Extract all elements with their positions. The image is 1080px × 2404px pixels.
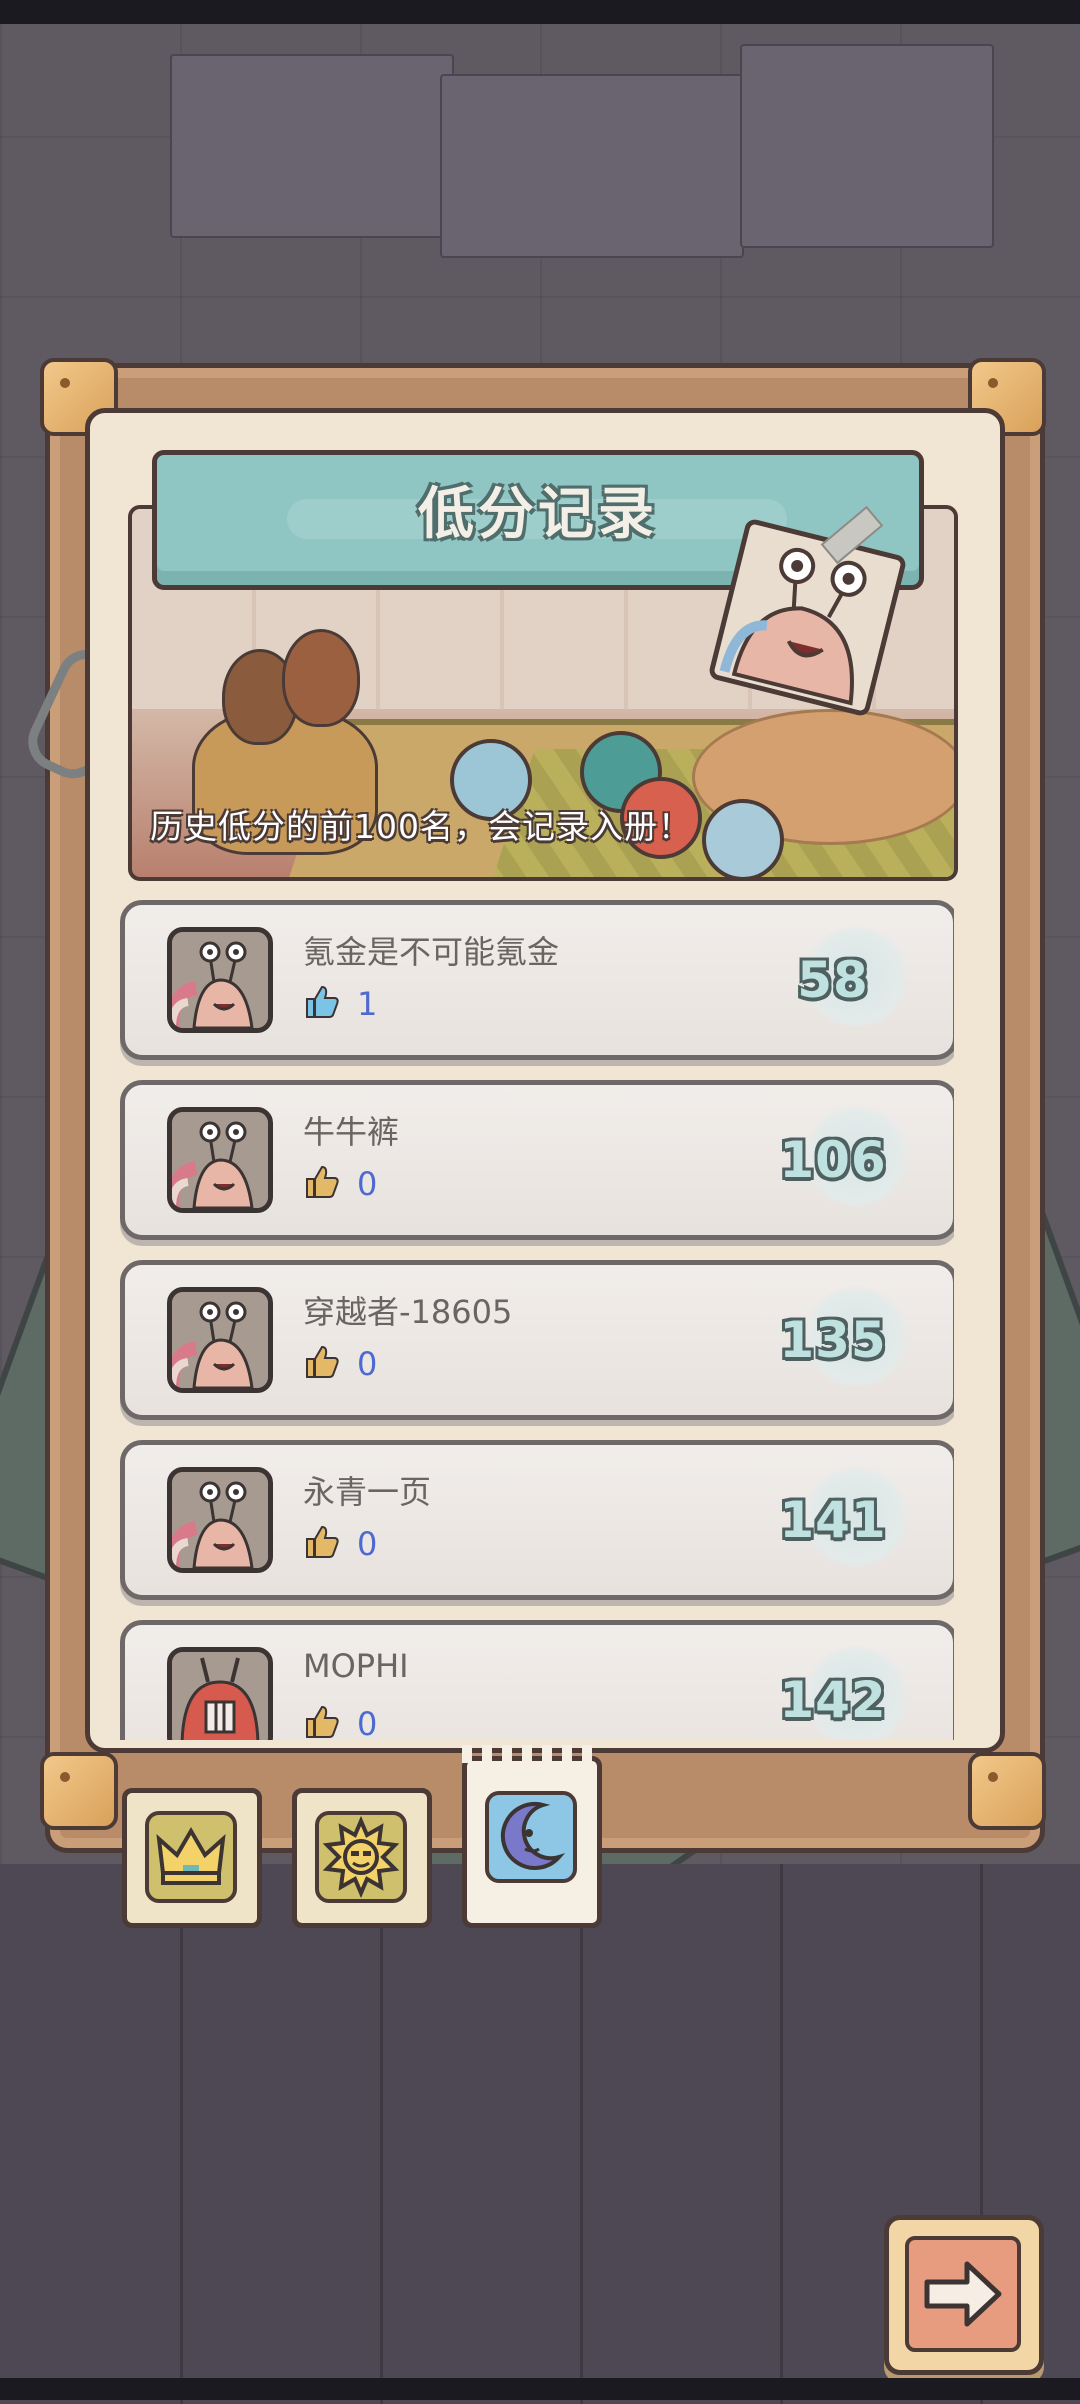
tab-moon[interactable] xyxy=(462,1745,602,1928)
tab-moon-background xyxy=(485,1791,577,1883)
player-avatar[interactable] xyxy=(167,1647,273,1740)
score-value: 142 xyxy=(779,1671,887,1729)
like-count: 0 xyxy=(357,1705,378,1740)
score-value: 106 xyxy=(779,1131,887,1189)
player-avatar[interactable] xyxy=(167,1107,273,1213)
score-value: 135 xyxy=(779,1311,887,1369)
thumbs-up-icon[interactable] xyxy=(303,1523,341,1561)
like-count: 0 xyxy=(357,1165,378,1203)
thumbs-up-icon[interactable] xyxy=(303,1343,341,1381)
snail-face-icon xyxy=(713,523,902,712)
next-button-face xyxy=(905,2236,1021,2352)
player-avatar[interactable] xyxy=(167,1467,273,1573)
status-bar-bottom xyxy=(0,2378,1080,2400)
player-name: 穿越者-18605 xyxy=(303,1293,513,1331)
player-name: 永青一页 xyxy=(303,1473,432,1511)
sun-icon xyxy=(322,1815,400,1899)
thumbs-up-icon[interactable] xyxy=(303,1163,341,1201)
player-avatar[interactable] xyxy=(167,927,273,1033)
moon-icon xyxy=(500,1801,566,1870)
frame-corner-bottom-left xyxy=(40,1752,118,1830)
tab-crown[interactable] xyxy=(122,1788,262,1928)
leaderboard-row[interactable]: 氪金是不可能氪金 1 58 xyxy=(120,900,954,1060)
crab-avatar-icon xyxy=(172,1652,268,1740)
thumbs-up-icon[interactable] xyxy=(303,983,341,1021)
snail-avatar-icon xyxy=(172,932,268,1028)
score-value: 58 xyxy=(797,951,869,1009)
crown-icon xyxy=(156,1827,226,1885)
snail-avatar-icon xyxy=(172,1112,268,1208)
tab-sun[interactable] xyxy=(292,1788,432,1928)
leaderboard-row[interactable]: 穿越者-18605 0 135 xyxy=(120,1260,954,1420)
player-name: MOPHI xyxy=(303,1647,409,1685)
status-bar-top xyxy=(0,0,1080,24)
frame-corner-bottom-right xyxy=(968,1752,1046,1830)
snail-avatar-icon xyxy=(172,1292,268,1388)
leaderboard-list[interactable]: 氪金是不可能氪金 1 58 牛牛裤 0 106 穿越者-18605 0 135 … xyxy=(120,900,954,1740)
like-count: 0 xyxy=(357,1345,378,1383)
thumbs-up-icon[interactable] xyxy=(303,1703,341,1740)
leaderboard-row[interactable]: 永青一页 0 141 xyxy=(120,1440,954,1600)
like-count: 1 xyxy=(357,985,378,1023)
leaderboard-row[interactable]: 牛牛裤 0 106 xyxy=(120,1080,954,1240)
snail-avatar-icon xyxy=(172,1472,268,1568)
player-name: 氪金是不可能氪金 xyxy=(303,933,560,971)
next-arrow-button[interactable] xyxy=(884,2215,1044,2375)
player-avatar[interactable] xyxy=(167,1287,273,1393)
tab-crown-background xyxy=(145,1811,237,1903)
like-count: 0 xyxy=(357,1525,378,1563)
score-value: 141 xyxy=(779,1491,887,1549)
arrow-right-icon xyxy=(924,2261,1002,2327)
tab-sun-background xyxy=(315,1811,407,1903)
leaderboard-row[interactable]: MOPHI 0 142 xyxy=(120,1620,954,1740)
player-name: 牛牛裤 xyxy=(303,1113,400,1151)
leaderboard-caption: 历史低分的前100名，会记录入册！ xyxy=(150,807,692,846)
